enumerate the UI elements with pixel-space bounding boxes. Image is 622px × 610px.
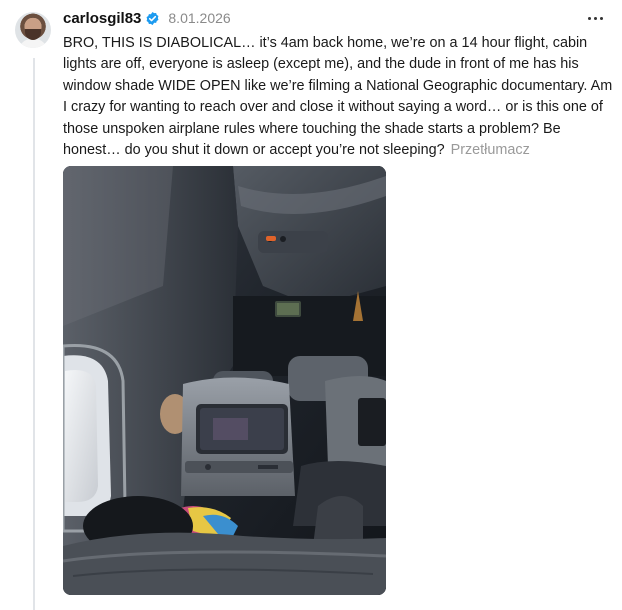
avatar-shirt — [19, 39, 47, 48]
username[interactable]: carlosgil83 — [63, 10, 141, 27]
avatar-beard — [25, 29, 41, 40]
airplane-cabin-photo — [63, 166, 386, 595]
verified-badge-icon — [145, 11, 160, 26]
post-card: carlosgil83 8.01.2026 BRO, THIS IS DIABO… — [0, 0, 622, 610]
more-options-icon[interactable] — [582, 9, 608, 27]
post-date[interactable]: 8.01.2026 — [168, 10, 230, 26]
thread-line — [33, 58, 35, 610]
post-photo[interactable] — [63, 166, 386, 595]
post-text: BRO, THIS IS DIABOLICAL… it’s 4am back h… — [63, 35, 613, 159]
post-header: carlosgil83 8.01.2026 — [63, 8, 231, 28]
post-body: BRO, THIS IS DIABOLICAL… it’s 4am back h… — [63, 33, 613, 161]
avatar[interactable] — [15, 12, 51, 48]
translate-link[interactable]: Przetłumacz — [451, 142, 530, 158]
